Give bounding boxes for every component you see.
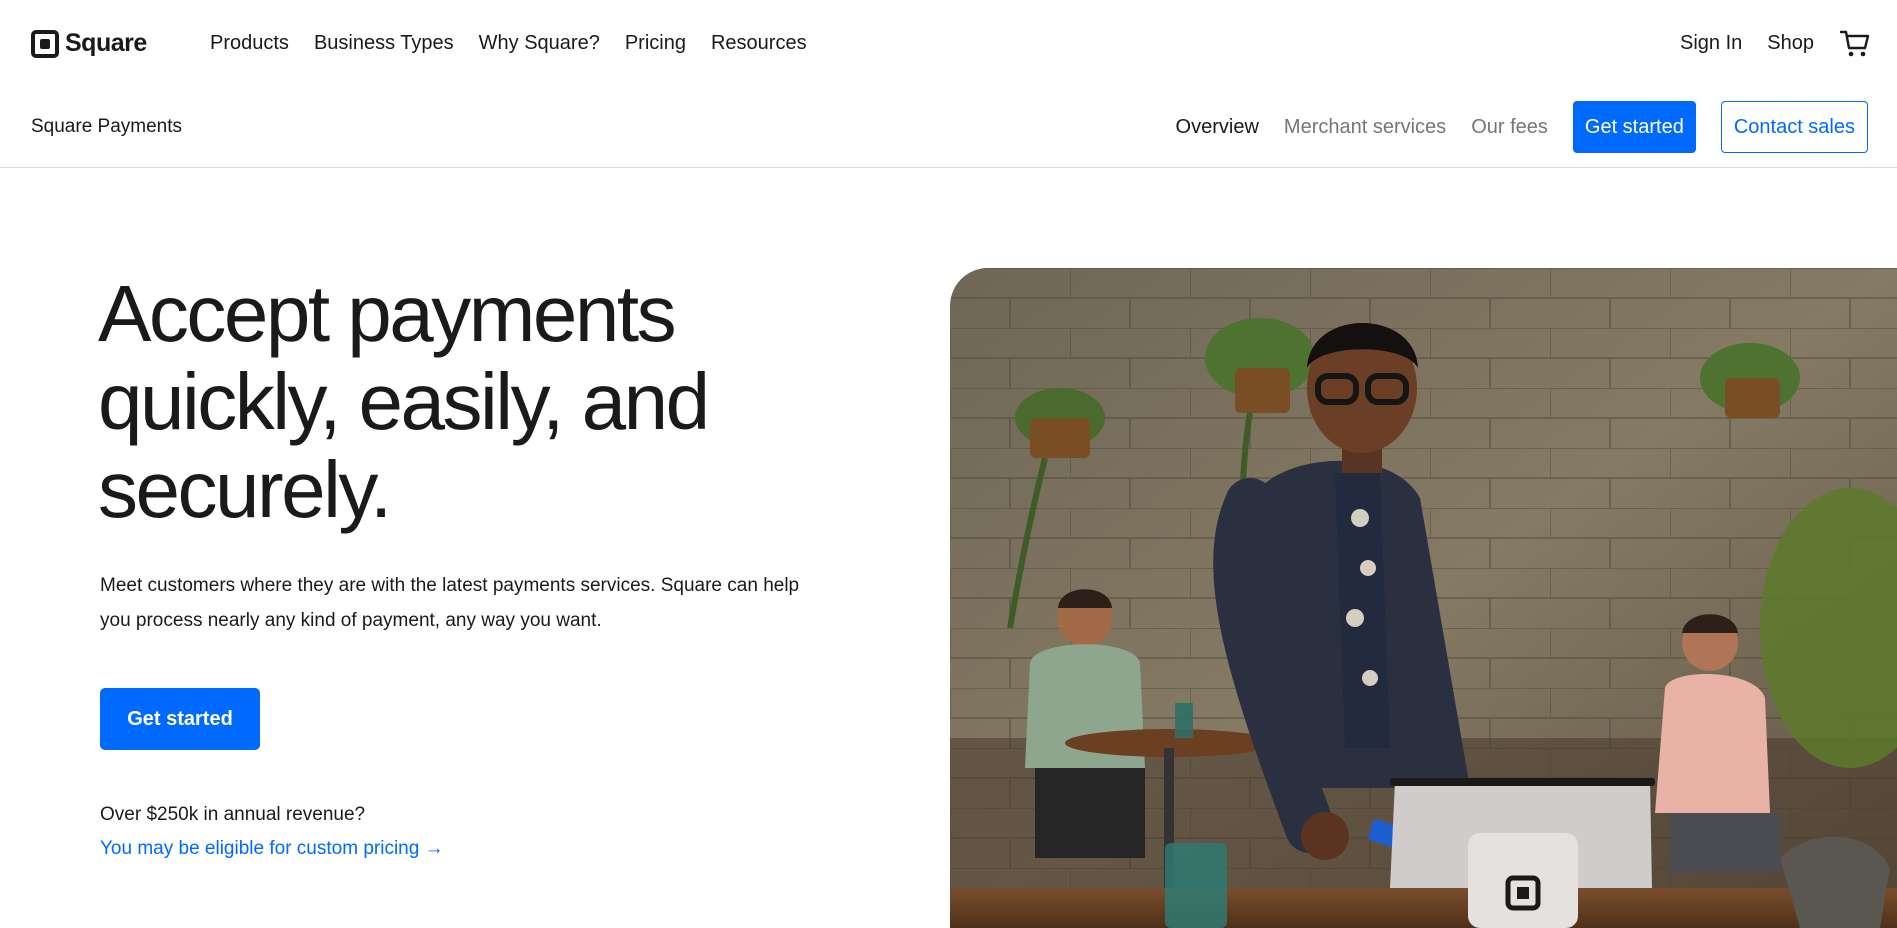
subnav-merchant-services[interactable]: Merchant services [1284, 116, 1446, 139]
sign-in-link[interactable]: Sign In [1680, 32, 1742, 55]
hero-description-line: you process nearly any kind of payment, … [100, 610, 602, 631]
account-nav: Sign In Shop [1680, 27, 1871, 59]
hero-get-started-button[interactable]: Get started [100, 688, 260, 750]
square-logo-icon [31, 29, 59, 58]
custom-pricing-link[interactable]: You may be eligible for custom pricing → [100, 838, 444, 860]
subnav-get-started-button[interactable]: Get started [1572, 101, 1696, 153]
revenue-question: Over $250k in annual revenue? [100, 804, 366, 825]
hero-title-line: securely. [98, 445, 392, 534]
subnav-title[interactable]: Square Payments [31, 116, 182, 138]
nav-item-why-square[interactable]: Why Square? [479, 32, 600, 55]
subnav-our-fees[interactable]: Our fees [1471, 116, 1548, 139]
hero-photo-illustration [950, 268, 1897, 928]
nav-item-pricing[interactable]: Pricing [625, 32, 686, 55]
product-subnav: Square Payments Overview Merchant servic… [0, 90, 1897, 168]
hero-title-line: quickly, easily, and [98, 357, 710, 446]
subnav-links: Overview Merchant services Our fees Get … [1176, 101, 1868, 153]
square-logo[interactable]: Square [31, 29, 147, 58]
nav-item-business-types[interactable]: Business Types [314, 32, 454, 55]
nav-item-products[interactable]: Products [210, 32, 289, 55]
brand-name: Square [65, 29, 147, 57]
top-navigation: Square Products Business Types Why Squar… [0, 0, 1897, 90]
shop-link[interactable]: Shop [1767, 32, 1814, 55]
hero-photo [950, 268, 1897, 928]
cart-icon[interactable] [1839, 27, 1871, 59]
hero-description: Meet customers where they are with the l… [100, 568, 820, 638]
subnav-overview[interactable]: Overview [1176, 116, 1259, 139]
main-nav: Products Business Types Why Square? Pric… [210, 32, 807, 55]
nav-item-resources[interactable]: Resources [711, 32, 807, 55]
hero-title-line: Accept payments [98, 269, 677, 358]
hero-description-line: Meet customers where they are with the l… [100, 575, 800, 596]
contact-sales-button[interactable]: Contact sales [1720, 101, 1868, 153]
hero-title: Accept payments quickly, easily, and sec… [98, 270, 858, 534]
